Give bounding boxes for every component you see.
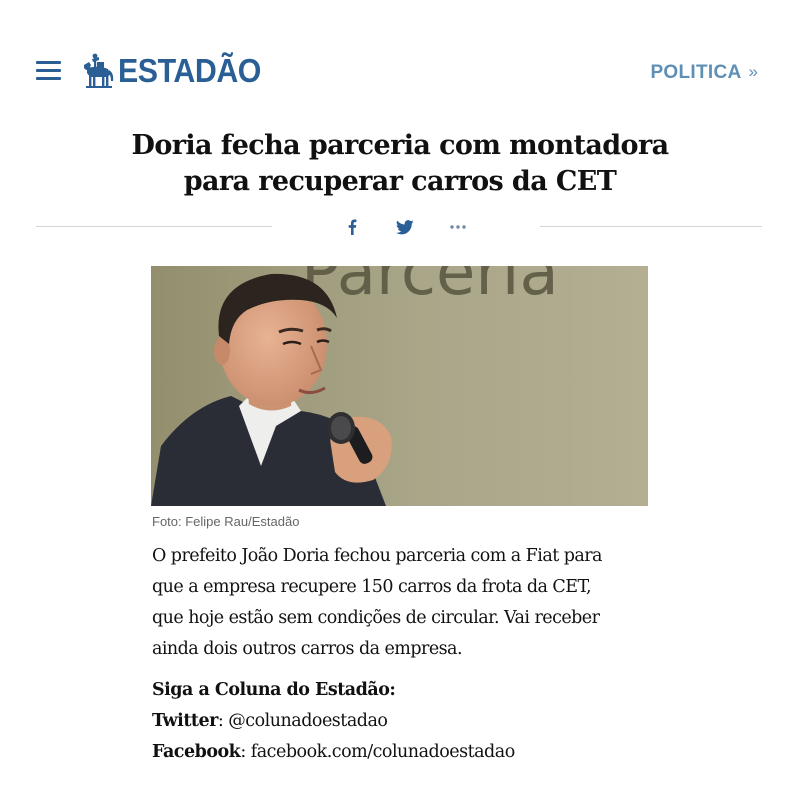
facebook-icon [348, 219, 357, 235]
body-line: ainda dois outros carros da empresa. [152, 639, 463, 659]
menu-bar-top [36, 61, 61, 64]
menu-bar-middle [36, 69, 61, 72]
more-dots-icon [450, 225, 466, 229]
section-label: POLITICA [650, 62, 742, 83]
headline-line-2: para recuperar carros da CET [183, 166, 617, 197]
photo-background-text: Parceria [301, 266, 559, 310]
follow-title: Siga a Coluna do Estadão: [152, 680, 396, 700]
share-bar [0, 214, 800, 244]
photo-illustration: Parceria [151, 266, 648, 506]
facebook-line[interactable]: Facebook: facebook.com/colunadoestadao [152, 737, 672, 768]
section-link-politica[interactable]: POLITICA » [650, 62, 758, 84]
knight-horse-icon [84, 53, 114, 88]
logo-wordmark: ESTADÃO [118, 52, 261, 89]
menu-bar-bottom [36, 77, 61, 80]
twitter-handle[interactable]: : @colunadoestadao [218, 711, 388, 731]
twitter-share-button[interactable] [393, 216, 417, 238]
facebook-page[interactable]: : facebook.com/colunadoestadao [240, 742, 515, 762]
body-line: que a empresa recupere 150 carros da fro… [152, 577, 592, 597]
site-logo[interactable]: ESTADÃO [80, 50, 273, 92]
photo-caption: Foto: Felipe Rau/Estadão [152, 514, 300, 529]
twitter-icon [396, 219, 414, 234]
more-share-button[interactable] [446, 216, 470, 238]
article-body: O prefeito João Doria fechou parceria co… [152, 541, 672, 665]
divider-left [36, 226, 272, 227]
hamburger-menu-icon[interactable] [36, 61, 61, 81]
facebook-label: Facebook [152, 742, 241, 762]
divider-right [540, 226, 762, 227]
article-photo[interactable]: Parceria [151, 266, 648, 506]
headline-line-1: Doria fecha parceria com montadora [131, 130, 670, 161]
site-header: ESTADÃO POLITICA » [0, 0, 800, 120]
body-line: O prefeito João Doria fechou parceria co… [152, 546, 603, 566]
follow-section: Siga a Coluna do Estadão: Twitter: @colu… [152, 675, 672, 768]
twitter-line[interactable]: Twitter: @colunadoestadao [152, 706, 672, 737]
facebook-share-button[interactable] [340, 216, 364, 238]
double-chevron-right-icon: » [748, 62, 758, 81]
twitter-label: Twitter [152, 711, 218, 731]
article-headline: Doria fecha parceria com montadora para … [100, 128, 700, 200]
body-line: que hoje estão sem condições de circular… [152, 608, 600, 628]
